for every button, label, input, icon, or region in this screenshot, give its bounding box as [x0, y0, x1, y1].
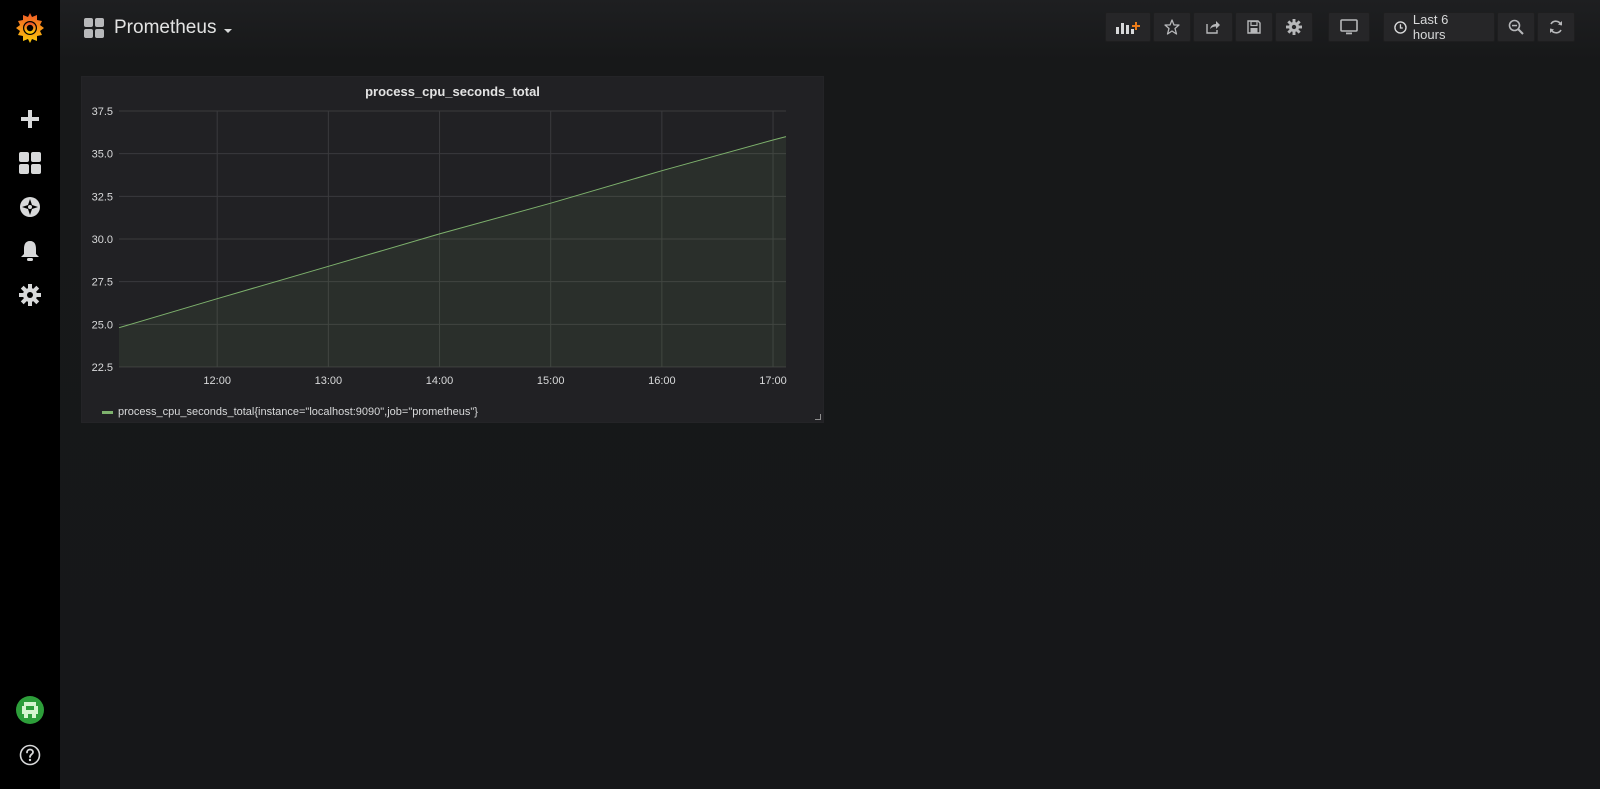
configuration-gear-icon[interactable]	[0, 273, 60, 317]
graph-chart[interactable]: 22.5 25.0 27.5 30.0 32.5 35.0 37.5 12:00 13:00 14…	[82, 77, 825, 397]
panel-resize-handle[interactable]	[815, 414, 821, 420]
grafana-logo-icon[interactable]	[0, 4, 60, 52]
series-area-fill	[119, 136, 786, 367]
x-tick-label: 15:00	[537, 375, 565, 387]
save-icon	[1247, 20, 1261, 34]
x-tick-label: 16:00	[648, 375, 676, 387]
clock-icon	[1394, 20, 1407, 34]
dashboard-title: Prometheus	[114, 17, 217, 38]
dashboard-grid-icon	[84, 18, 104, 38]
add-panel-icon	[1116, 22, 1140, 34]
y-tick-label: 32.5	[92, 191, 113, 203]
tv-mode-button[interactable]	[1328, 12, 1370, 42]
tv-monitor-icon	[1340, 19, 1358, 35]
y-tick-label: 25.0	[92, 319, 113, 331]
user-avatar[interactable]	[0, 688, 60, 732]
dashboards-icon[interactable]	[0, 141, 60, 185]
x-tick-label: 14:00	[426, 375, 454, 387]
settings-gear-icon	[1286, 19, 1302, 35]
y-tick-label: 27.5	[92, 277, 113, 289]
alerting-bell-icon[interactable]	[0, 229, 60, 273]
zoom-out-icon	[1508, 19, 1524, 35]
refresh-button[interactable]	[1537, 12, 1575, 42]
x-tick-label: 12:00	[203, 375, 231, 387]
explore-compass-icon[interactable]	[0, 185, 60, 229]
y-tick-label: 22.5	[92, 362, 113, 374]
legend-series-label: process_cpu_seconds_total{instance="loca…	[118, 406, 478, 418]
graph-panel[interactable]: process_cpu_seconds_total 22.5 25.0 27.5 30…	[81, 76, 824, 423]
navbar: Prometheus Last 6 hours	[60, 0, 1600, 56]
y-tick-label: 35.0	[92, 149, 113, 161]
legend-series-swatch	[102, 410, 113, 414]
chevron-down-icon	[224, 29, 233, 33]
share-button[interactable]	[1193, 12, 1233, 42]
y-tick-label: 37.5	[92, 106, 113, 118]
zoom-out-button[interactable]	[1497, 12, 1535, 42]
star-icon	[1164, 19, 1180, 35]
star-button[interactable]	[1153, 12, 1191, 42]
create-plus-icon[interactable]	[0, 97, 60, 141]
y-tick-label: 30.0	[92, 234, 113, 246]
save-button[interactable]	[1235, 12, 1273, 42]
time-range-label: Last 6 hours	[1412, 12, 1449, 42]
x-tick-label: 17:00	[759, 375, 787, 387]
time-range-picker[interactable]: Last 6 hours	[1383, 12, 1495, 42]
main-content: Prometheus Last 6 hours process_cpu_seco…	[60, 0, 1600, 789]
sidebar	[0, 0, 60, 789]
share-icon	[1206, 21, 1220, 34]
x-tick-label: 13:00	[315, 375, 343, 387]
settings-button[interactable]	[1275, 12, 1313, 42]
legend-item[interactable]: process_cpu_seconds_total{instance="loca…	[102, 404, 478, 420]
add-panel-button[interactable]	[1105, 12, 1151, 42]
refresh-icon	[1550, 20, 1562, 34]
dashboard-picker[interactable]: Prometheus	[84, 14, 233, 42]
help-icon[interactable]	[0, 733, 60, 777]
